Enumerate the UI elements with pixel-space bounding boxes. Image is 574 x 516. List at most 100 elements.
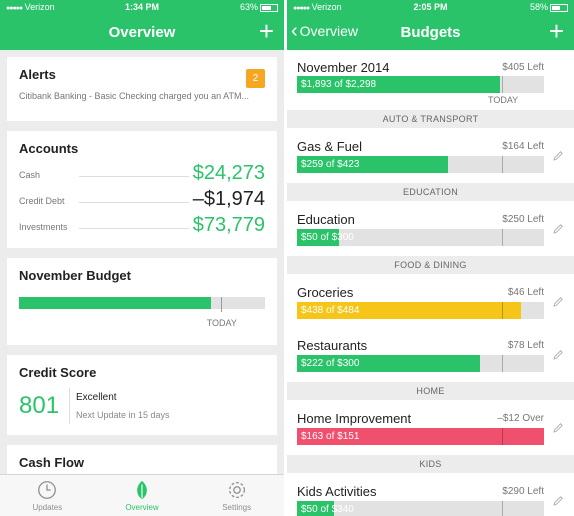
today-marker [502, 501, 503, 516]
today-label: TODAY [206, 318, 237, 328]
account-row[interactable]: Cash $24,273 [19, 158, 265, 184]
battery-icon [550, 3, 569, 12]
budget-bar-label: $438 of $484 [301, 305, 360, 316]
alerts-card[interactable]: Alerts 2 Citibank Banking - Basic Checki… [7, 57, 277, 121]
budget-row[interactable]: Restaurants $78 Left $222 of $300 [287, 327, 574, 381]
signal-icon: ●●●●● [6, 5, 23, 12]
tab-label: Settings [222, 503, 252, 512]
budget-bar: $259 of $423 [297, 156, 544, 173]
budget-row[interactable]: Education $250 Left $50 of $300 [287, 201, 574, 255]
edit-pencil-icon[interactable] [552, 422, 564, 434]
budget-name: Education [297, 212, 355, 227]
account-row[interactable]: Credit Debt –$1,974 [19, 184, 265, 210]
alerts-title: Alerts [19, 67, 56, 82]
page-title: Overview [108, 23, 176, 41]
budget-bar-label: $1,893 of $2,298 [301, 79, 377, 90]
month-name: November 2014 [297, 60, 390, 75]
cash-flow-title: Cash Flow [19, 455, 85, 470]
battery-icon [260, 3, 279, 12]
budget-name: Groceries [297, 285, 354, 300]
budget-card[interactable]: November Budget TODAY [7, 258, 277, 345]
today-marker [502, 156, 503, 173]
today-marker [502, 76, 503, 93]
tab-overview[interactable]: Overview [95, 475, 190, 516]
carrier: Verizon [311, 2, 342, 12]
budget-name: Restaurants [297, 338, 368, 353]
alert-count-badge: 2 [246, 69, 265, 88]
add-budget-button[interactable]: + [549, 18, 564, 44]
accounts-card[interactable]: Accounts Cash $24,273 Credit Debt –$1,974 In… [7, 131, 277, 248]
accounts-title: Accounts [19, 141, 79, 156]
overview-screen: ●●●●● Verizon 1:34 PM 63% Overview + Ale… [0, 0, 284, 516]
edit-pencil-icon[interactable] [552, 349, 564, 361]
divider [69, 388, 70, 424]
budget-row[interactable]: Home Improvement –$12 Over $163 of $151 [287, 400, 574, 454]
back-label: Overview [299, 23, 359, 39]
leader-line [79, 202, 189, 203]
leader-line [79, 176, 189, 177]
header: ●●●●● Verizon 2:05 PM 58% ‹ Overview Budg… [287, 0, 574, 50]
budget-remaining: $164 Left [502, 141, 544, 152]
account-label: Investments [19, 222, 68, 232]
budgets-screen: ●●●●● Verizon 2:05 PM 58% ‹ Overview Budg… [287, 0, 574, 516]
tab-label: Updates [32, 503, 63, 512]
account-value: $73,779 [192, 214, 265, 236]
status-bar: ●●●●● Verizon 2:05 PM 58% [287, 0, 574, 14]
budget-progress-fill [19, 297, 211, 309]
edit-pencil-icon[interactable] [552, 150, 564, 162]
month-summary[interactable]: November 2014 $405 Left $1,893 of $2,298 TO… [287, 50, 574, 108]
budget-bar-label: $50 of $300 [301, 232, 354, 243]
budget-name: Home Improvement [297, 411, 412, 426]
edit-pencil-icon[interactable] [552, 495, 564, 507]
page-title: Budgets [400, 23, 461, 41]
status-bar: ●●●●● Verizon 1:34 PM 63% [0, 0, 284, 14]
leaf-icon [137, 480, 147, 500]
budget-name: Kids Activities [297, 484, 377, 499]
credit-score-value: 801 [19, 392, 60, 419]
clock-icon [38, 481, 57, 499]
budget-bar-label: $222 of $300 [301, 358, 360, 369]
budget-row[interactable]: Gas & Fuel $164 Left $259 of $423 [287, 128, 574, 182]
budget-bar: $438 of $484 [297, 302, 544, 319]
today-marker [502, 355, 503, 372]
account-value: $24,273 [192, 162, 265, 184]
carrier: Verizon [24, 2, 55, 12]
credit-score-card[interactable]: Credit Score 801 Excellent Next Update i… [7, 355, 277, 435]
tab-settings[interactable]: Settings [189, 475, 284, 516]
budget-bar: $50 of $300 [297, 229, 544, 246]
tab-label: Overview [125, 503, 159, 512]
back-button[interactable]: ‹ Overview [291, 21, 359, 41]
budget-bar: $50 of $340 [297, 501, 544, 516]
today-marker [502, 229, 503, 246]
month-left: $405 Left [502, 62, 544, 73]
section-header: HOME [287, 382, 574, 400]
budget-name: Gas & Fuel [297, 139, 363, 154]
budget-row[interactable]: Groceries $46 Left $438 of $484 [287, 274, 574, 328]
budget-bar: $1,893 of $2,298 [297, 76, 544, 93]
budget-bar-label: $259 of $423 [301, 159, 360, 170]
battery-percent: 63% [240, 2, 259, 12]
add-button[interactable]: + [259, 18, 274, 44]
battery-percent: 58% [530, 2, 549, 12]
budget-row[interactable]: Kids Activities $290 Left $50 of $340 [287, 473, 574, 516]
credit-score-title: Credit Score [19, 365, 97, 380]
account-label: Cash [19, 170, 41, 180]
budget-remaining: $250 Left [502, 214, 544, 225]
budget-bar: $163 of $151 [297, 428, 544, 445]
edit-pencil-icon[interactable] [552, 296, 564, 308]
tab-updates[interactable]: Updates [0, 475, 95, 516]
clock-time: 1:34 PM [125, 2, 160, 12]
leader-line [79, 228, 189, 229]
clock-time: 2:05 PM [413, 2, 448, 12]
budget-bar-label: $50 of $340 [301, 504, 354, 515]
gear-icon [228, 482, 245, 498]
account-value: –$1,974 [192, 188, 265, 210]
today-marker [502, 428, 503, 445]
account-row[interactable]: Investments $73,779 [19, 210, 265, 236]
edit-pencil-icon[interactable] [552, 223, 564, 235]
credit-score-status: Excellent [76, 392, 117, 403]
budget-remaining: $78 Left [507, 340, 544, 351]
budget-remaining: –$12 Over [497, 413, 544, 424]
section-header: EDUCATION [287, 183, 574, 201]
section-header: KIDS [287, 455, 574, 473]
